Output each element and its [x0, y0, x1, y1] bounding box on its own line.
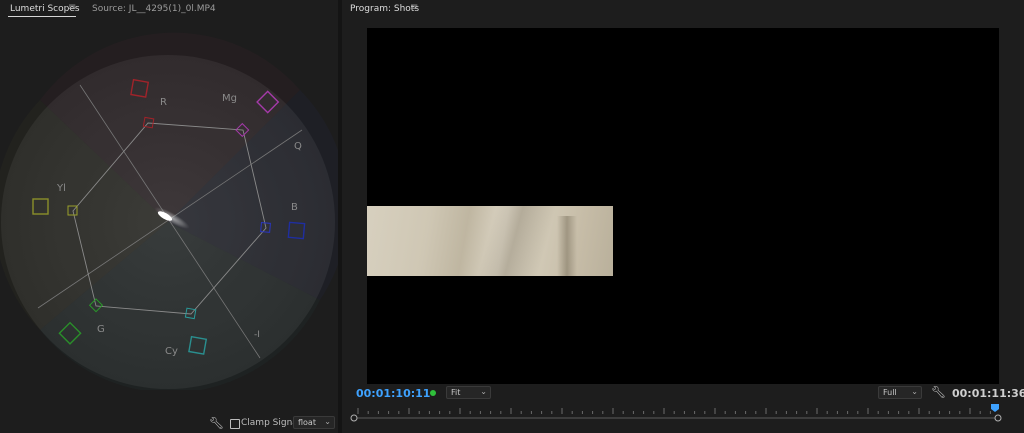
- label-neg-i: -I: [254, 330, 260, 340]
- wrench-icon[interactable]: 🔧︎: [209, 416, 224, 430]
- float-dropdown[interactable]: float ⌄: [293, 416, 335, 429]
- playhead-marker[interactable]: [991, 404, 999, 412]
- panel-menu-icon[interactable]: ≡: [68, 3, 76, 13]
- scopes-bottom-bar: 🔧︎ Clamp Signal float ⌄: [0, 413, 338, 433]
- program-monitor-viewport[interactable]: [367, 28, 999, 384]
- vectorscope: R Mg Q B Yl G Cy -I: [0, 32, 338, 390]
- label-r: R: [160, 97, 167, 108]
- clamp-signal-checkbox[interactable]: [230, 419, 240, 429]
- chevron-down-icon: ⌄: [911, 387, 918, 396]
- program-title[interactable]: Program: Shots: [350, 4, 419, 14]
- program-menu-icon[interactable]: ≡: [410, 3, 418, 13]
- resolution-dropdown[interactable]: Full ⌄: [878, 386, 922, 399]
- label-cy: Cy: [165, 346, 178, 357]
- status-dot: [430, 390, 436, 396]
- float-dropdown-value: float: [298, 418, 316, 427]
- left-tab-bar: Lumetri Scopes ≡ Source: JL__4295(1)_0l.…: [0, 0, 338, 22]
- label-mg: Mg: [222, 93, 237, 104]
- duration-timecode: 00:01:11:36: [952, 387, 1024, 400]
- video-frame: [367, 206, 613, 276]
- settings-wrench-icon[interactable]: 🔧︎: [931, 385, 946, 399]
- chevron-down-icon: ⌄: [480, 387, 487, 396]
- zoom-fit-dropdown[interactable]: Fit ⌄: [446, 386, 491, 399]
- chevron-down-icon: ⌄: [324, 417, 331, 426]
- time-ruler[interactable]: [350, 403, 1002, 423]
- program-monitor-panel: Program: Shots ≡ 00:01:10:11 Fit ⌄ Full …: [342, 0, 1024, 433]
- active-tab-underline: [8, 16, 76, 17]
- label-b: B: [291, 202, 298, 213]
- out-point-handle[interactable]: [994, 414, 1002, 422]
- label-q: Q: [294, 141, 302, 152]
- clamp-signal-label: Clamp Signal: [241, 418, 301, 428]
- ruler-ticks: [357, 408, 991, 414]
- in-point-handle[interactable]: [350, 414, 358, 422]
- label-g: G: [97, 324, 105, 335]
- program-tab-bar: Program: Shots ≡: [342, 0, 1024, 22]
- label-yl: Yl: [56, 183, 66, 194]
- current-timecode[interactable]: 00:01:10:11: [356, 387, 430, 400]
- lumetri-scopes-panel: Lumetri Scopes ≡ Source: JL__4295(1)_0l.…: [0, 0, 338, 433]
- resolution-value: Full: [883, 388, 897, 397]
- zoom-fit-value: Fit: [451, 388, 461, 397]
- tab-source[interactable]: Source: JL__4295(1)_0l.MP4: [92, 4, 216, 14]
